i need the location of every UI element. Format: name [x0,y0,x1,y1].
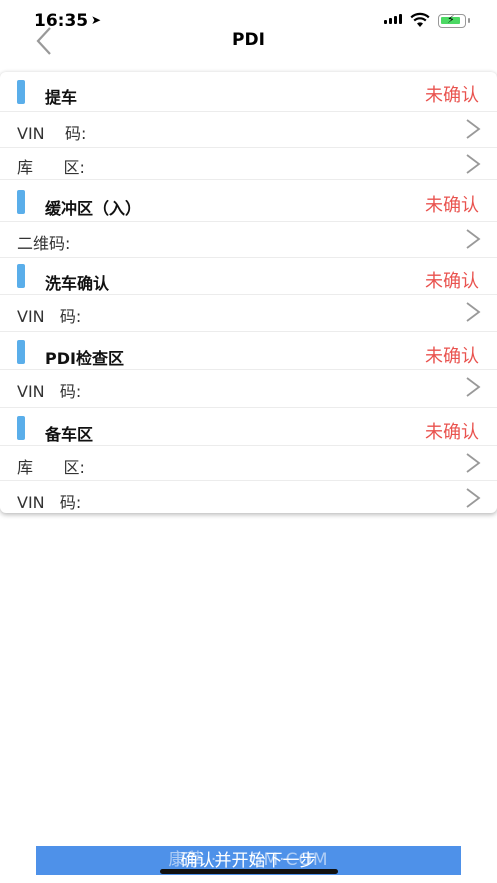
field-row-vin[interactable]: VIN 码: [0,112,497,148]
chevron-right-icon [466,302,481,322]
field-label: 二维码: [17,234,71,253]
section-accent-bar [17,264,25,288]
pdi-card: 提车 未确认 VIN 码: 库 区: 缓冲区（入） 未确认 二维码: 洗车确认 … [0,72,497,513]
chevron-right-icon [466,154,481,174]
status-badge: 未确认 [425,346,479,367]
nav-bar: PDI [0,22,497,62]
section-accent-bar [17,80,25,104]
section-title: 洗车确认 [45,274,110,293]
chevron-right-icon [466,229,481,249]
section-header-pickup: 提车 未确认 [0,72,497,112]
field-row-vin[interactable]: VIN 码: [0,370,497,408]
section-title: 备车区 [45,425,94,444]
field-label: VIN 码: [17,493,82,512]
section-accent-bar [17,190,25,214]
field-row-area[interactable]: 库 区: [0,148,497,180]
section-accent-bar [17,416,25,440]
field-row-area[interactable]: 库 区: [0,446,497,481]
status-badge: 未确认 [425,422,479,443]
chevron-right-icon [466,377,481,397]
section-title: 提车 [45,88,78,107]
chevron-right-icon [466,119,481,139]
status-badge: 未确认 [425,85,479,106]
page-title: PDI [232,30,265,50]
field-label: VIN 码: [17,124,87,143]
section-header-buffer: 缓冲区（入） 未确认 [0,180,497,222]
section-header-pdi-check: PDI检查区 未确认 [0,332,497,370]
status-badge: 未确认 [425,271,479,292]
home-indicator[interactable] [160,869,338,874]
status-badge: 未确认 [425,195,479,216]
field-row-qrcode[interactable]: 二维码: [0,222,497,258]
field-row-vin[interactable]: VIN 码: [0,481,497,513]
field-label: 库 区: [17,158,85,177]
field-label: VIN 码: [17,307,82,326]
section-title: PDI检查区 [45,349,124,368]
section-title: 缓冲区（入） [45,199,142,218]
chevron-right-icon [466,453,481,473]
field-label: 库 区: [17,458,85,477]
section-header-carwash: 洗车确认 未确认 [0,258,497,295]
section-accent-bar [17,340,25,364]
field-label: VIN 码: [17,382,82,401]
chevron-right-icon [466,488,481,508]
section-header-prep: 备车区 未确认 [0,408,497,446]
field-row-vin[interactable]: VIN 码: [0,295,497,332]
